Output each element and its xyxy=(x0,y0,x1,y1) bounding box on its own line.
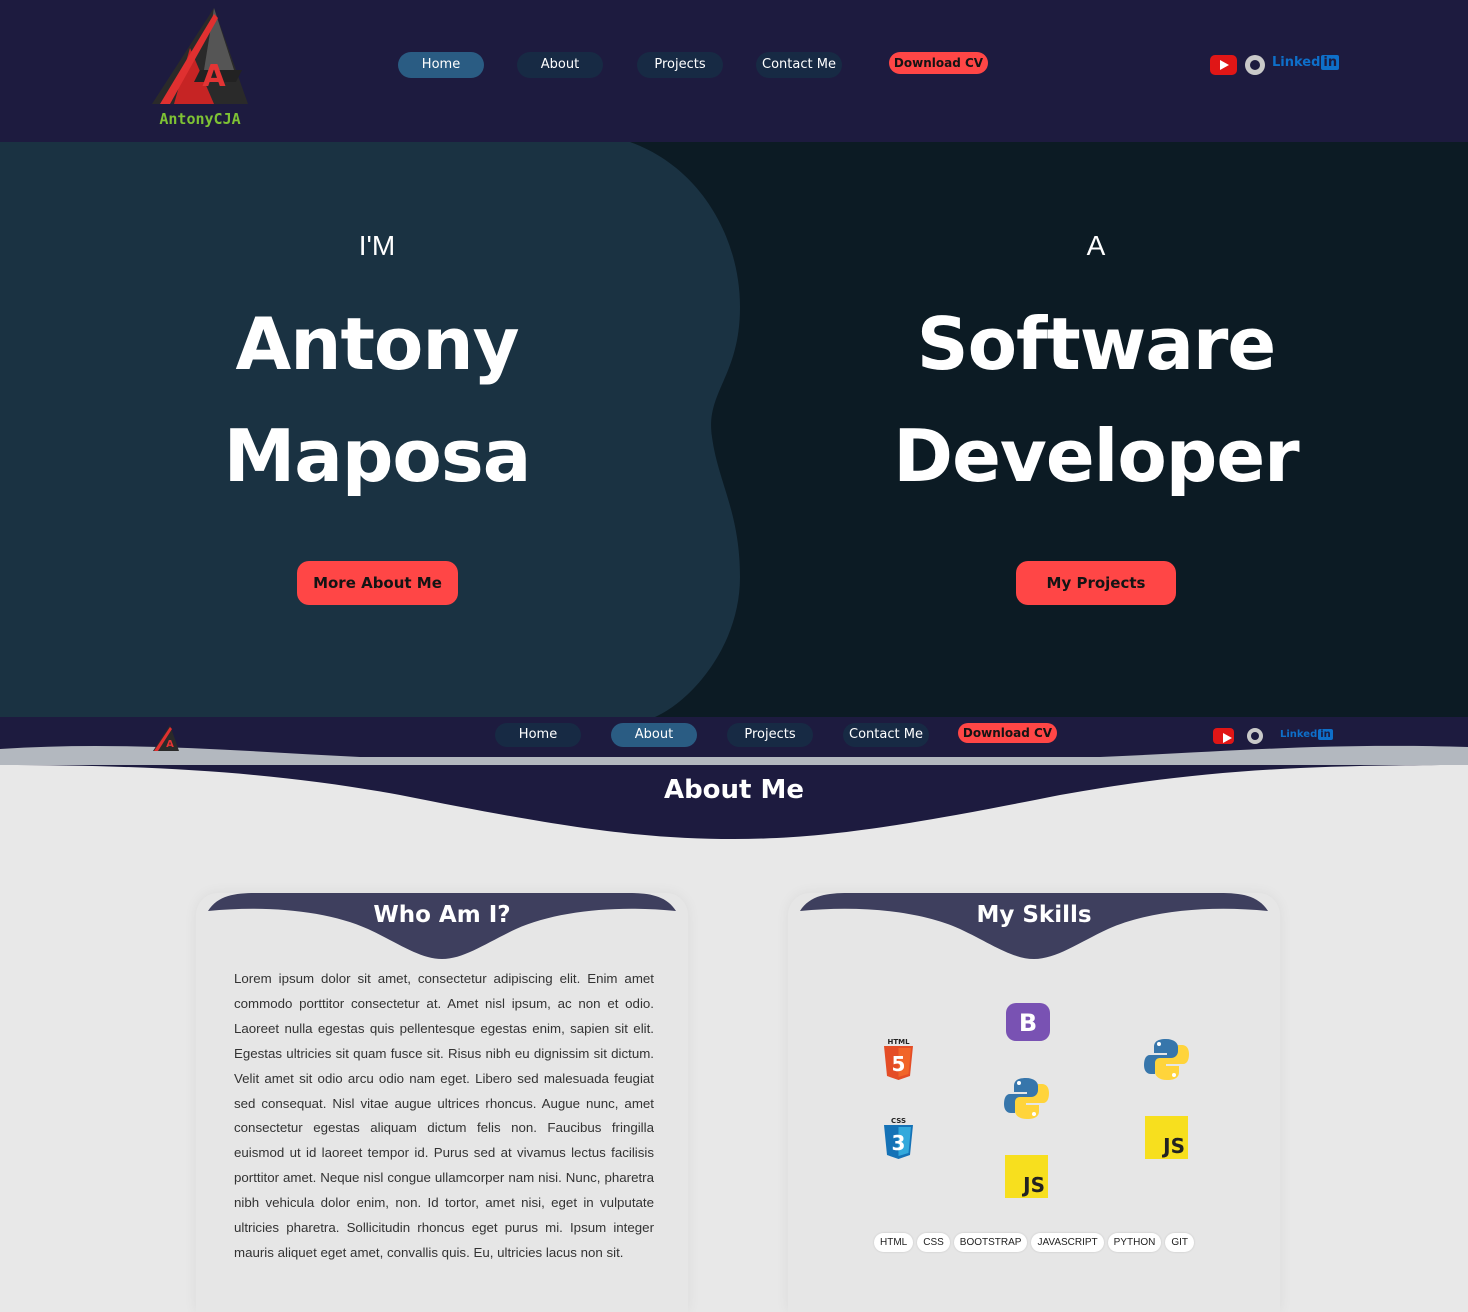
python-icon-alt xyxy=(1144,1039,1189,1080)
hero-name-last: Maposa xyxy=(223,414,532,498)
nav2-contact[interactable]: Contact Me xyxy=(843,723,929,747)
nav-projects[interactable]: Projects xyxy=(637,52,723,78)
hero-name-first: Antony xyxy=(235,302,519,386)
nav2-github-icon[interactable] xyxy=(1247,728,1263,744)
nav-contact[interactable]: Contact Me xyxy=(756,52,842,78)
bootstrap-icon: B xyxy=(1006,1003,1050,1041)
my-skills-title: My Skills xyxy=(976,902,1092,928)
skill-tag-css: CSS xyxy=(917,1233,950,1252)
nav2-home[interactable]: Home xyxy=(495,723,581,747)
github-icon[interactable] xyxy=(1245,55,1265,75)
html5-icon: HTML 5 xyxy=(884,1038,913,1080)
small-logo-icon[interactable]: A xyxy=(152,723,180,753)
javascript-icon-alt-glyph: JS xyxy=(1163,1134,1185,1158)
more-about-me-button[interactable]: More About Me xyxy=(297,561,458,605)
nav-home[interactable]: Home xyxy=(398,52,484,78)
javascript-icon-glyph: JS xyxy=(1023,1173,1045,1197)
css3-icon-glyph: 3 xyxy=(892,1131,906,1155)
brand-logo[interactable]: A AntonyCJA xyxy=(150,4,250,130)
svg-text:A: A xyxy=(166,739,174,750)
linkedin-icon[interactable]: Linked in xyxy=(1272,55,1340,70)
who-am-i-title: Who Am I? xyxy=(373,902,511,928)
skill-tag-bootstrap: BOOTSTRAP xyxy=(953,1233,1028,1252)
my-projects-button[interactable]: My Projects xyxy=(1016,561,1176,605)
html5-icon-label: HTML xyxy=(887,1038,910,1046)
skill-tag-git: GIT xyxy=(1165,1233,1195,1252)
nav2-youtube-icon[interactable] xyxy=(1213,728,1234,744)
youtube-icon[interactable] xyxy=(1210,55,1237,75)
hero-intro-left: I'M xyxy=(358,230,396,261)
nav2-linkedin-icon[interactable]: Linked in xyxy=(1280,729,1333,740)
svg-text:A: A xyxy=(202,59,226,94)
my-skills-card: My Skills HTML 5 CSS 3 B JS JS HTML CSS … xyxy=(788,893,1280,1312)
linkedin-box: in xyxy=(1321,55,1340,70)
hero-section: I'M Antony Maposa More About Me A Softwa… xyxy=(0,142,1468,717)
skill-tags: HTML CSS BOOTSTRAP JAVASCRIPT PYTHON GIT xyxy=(788,1233,1280,1252)
sticky-navbar: A Home About Projects Contact Me Downloa… xyxy=(0,717,1468,765)
css3-icon-label: CSS xyxy=(891,1117,906,1125)
javascript-icon-alt: JS xyxy=(1145,1116,1188,1159)
bootstrap-icon-glyph: B xyxy=(1019,1009,1037,1037)
top-navbar: A AntonyCJA Home About Projects Contact … xyxy=(0,0,1468,142)
nav2-about[interactable]: About xyxy=(611,723,697,747)
about-section-title: About Me xyxy=(663,775,805,805)
hero-role-line1: Software xyxy=(916,302,1277,386)
download-cv-button[interactable]: Download CV xyxy=(889,52,988,74)
javascript-icon: JS xyxy=(1005,1155,1048,1198)
nav2-download-cv-button[interactable]: Download CV xyxy=(958,723,1057,743)
nav2-linkedin-box: in xyxy=(1318,729,1333,740)
html5-icon-glyph: 5 xyxy=(892,1052,906,1076)
python-icon xyxy=(1004,1078,1049,1119)
brand-logo-text: AntonyCJA xyxy=(159,110,241,128)
skill-tag-python: PYTHON xyxy=(1107,1233,1162,1252)
css3-icon: CSS 3 xyxy=(884,1117,913,1159)
nav-about[interactable]: About xyxy=(517,52,603,78)
nav2-projects[interactable]: Projects xyxy=(727,723,813,747)
linkedin-word: Linked xyxy=(1272,55,1321,70)
hero-role-line2: Developer xyxy=(893,414,1299,498)
hero-intro-right: A xyxy=(1086,230,1106,261)
skill-tag-javascript: JAVASCRIPT xyxy=(1031,1233,1104,1252)
skill-tag-html: HTML xyxy=(873,1233,914,1252)
nav2-linkedin-word: Linked xyxy=(1280,729,1318,740)
who-am-i-card: Who Am I? Lorem ipsum dolor sit amet, co… xyxy=(196,893,688,1312)
logo-mark-icon: A xyxy=(152,8,248,104)
who-am-i-text: Lorem ipsum dolor sit amet, consectetur … xyxy=(234,971,654,1260)
